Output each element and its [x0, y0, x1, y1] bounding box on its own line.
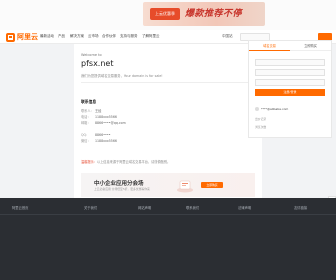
footer-link[interactable]: 网站声明 [138, 205, 151, 210]
promo-banner-ad[interactable]: 上云优惠季 爆款推荐不停 [143, 2, 265, 26]
notice-body: 以上信息来源于阿里云域名交易平台，请谨慎甄别。 [96, 160, 171, 164]
welcome-text: Welcome to [81, 53, 102, 57]
notice-highlight: 温馨提示： [81, 160, 97, 164]
domain-title: pfsx.net [81, 59, 114, 68]
promo-buy-button[interactable]: 立即购买 [201, 182, 223, 188]
contact-value: 8866•••• [95, 133, 111, 137]
panel-input[interactable] [255, 59, 325, 66]
logo-icon [6, 32, 15, 42]
logo-text: 阿里云 [17, 33, 38, 41]
contact-key: 微信： [81, 139, 91, 143]
panel-meta-views: 浏览次数 [255, 125, 267, 129]
tab-domain-trade[interactable]: 域名交易 [249, 41, 290, 51]
promo-illustration-icon [177, 180, 193, 193]
login-button[interactable]: 注册/登录 [255, 89, 325, 96]
footer-link[interactable]: 联系我们 [186, 205, 199, 210]
nav-item-about[interactable]: 了解阿里云 [142, 34, 160, 39]
footer: 阿里云首页 关于我们 网站声明 联系我们 法律声明 友情链接 [0, 198, 336, 280]
nav-item-solutions[interactable]: 解决方案 [70, 34, 84, 39]
panel-tabs: 域名交易 立即购买 [249, 41, 331, 51]
domain-sale-card: Welcome to pfsx.net 我们为您提供域名交易服务，Your do… [74, 44, 262, 204]
promo-subtitle: 上云必备应用 全场低至5折，更多优惠等你来 [94, 187, 150, 191]
contact-heading: 联系信息 [81, 99, 97, 104]
nav-item-activities[interactable]: 最新活动 [40, 34, 54, 39]
panel-input[interactable] [255, 79, 325, 86]
contact-key: 电话： [81, 115, 91, 119]
footer-link[interactable]: 友情链接 [294, 205, 307, 210]
promo-title: 中小企业应用分会场 [94, 181, 144, 187]
market-promo-banner[interactable]: 中小企业应用分会场 上云必备应用 全场低至5折，更多优惠等你来 立即购买 [81, 173, 255, 197]
site-logo[interactable]: 阿里云 [6, 32, 38, 42]
nav-item-products[interactable]: 产品 [58, 34, 65, 39]
contact-row: 电话： 1188xxx5566 [81, 114, 117, 119]
divider [81, 82, 255, 83]
contact-key: 邮箱： [81, 121, 91, 125]
contact-row: 邮箱： 8866••••@qq.com [81, 120, 126, 125]
contact-value[interactable]: 8866••••@qq.com [95, 121, 126, 125]
nav-region-selector[interactable]: 中国站 [222, 34, 233, 39]
footer-link[interactable]: 法律声明 [238, 205, 251, 210]
avatar [255, 107, 259, 111]
footer-link[interactable]: 关于我们 [84, 205, 97, 210]
panel-input[interactable] [255, 69, 325, 76]
nav-item-partners[interactable]: 合作伙伴 [102, 34, 116, 39]
panel-meta-bids: 出价记录 [255, 117, 267, 121]
contact-key: 联系人： [81, 109, 94, 113]
nav-item-support[interactable]: 支持与服务 [120, 34, 138, 39]
panel-user: ****@alibaba.com [255, 107, 288, 111]
footer-link[interactable]: 阿里云首页 [12, 205, 28, 210]
contact-value: 王经 [95, 109, 102, 113]
banner-promo-chip[interactable]: 上云优惠季 [150, 8, 180, 20]
banner-slogan: 爆款推荐不停 [185, 9, 243, 19]
notice-text: 温馨提示：以上信息来源于阿里云域名交易平台，请谨慎甄别。 [81, 159, 170, 164]
contact-key: QQ： [81, 133, 90, 137]
panel-user-email: ****@alibaba.com [261, 107, 289, 111]
contact-value: 1188xxx5566 [95, 115, 117, 119]
nav-item-marketplace[interactable]: 云市场 [88, 34, 99, 39]
tab-buy-now[interactable]: 立即购买 [290, 41, 331, 51]
purchase-panel: 域名交易 立即购买 注册/登录 ****@alibaba.com 出价记录 浏览… [248, 40, 332, 138]
contact-value: 1188xxx5566 [95, 139, 117, 143]
contact-row: 微信： 1188xxx5566 [81, 138, 117, 143]
contact-row: QQ： 8866•••• [81, 132, 111, 137]
top-banner: 上云优惠季 爆款推荐不停 [0, 0, 336, 30]
intro-text: 我们为您提供域名交易服务，Your domain is for sale! [81, 74, 163, 78]
contact-row: 联系人：王经 [81, 108, 101, 113]
footer-divider [0, 214, 336, 215]
